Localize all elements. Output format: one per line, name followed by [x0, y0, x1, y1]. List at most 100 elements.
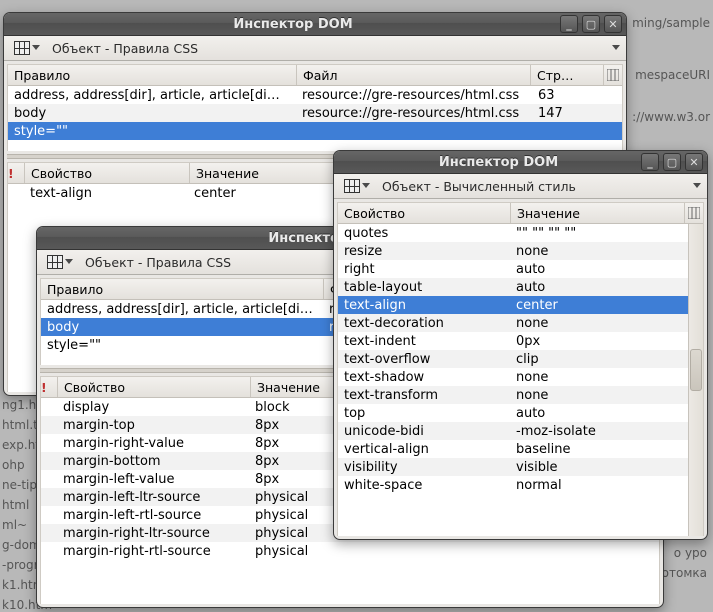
minimize-button[interactable]: _ — [560, 15, 578, 33]
cell-prop: text-overflow — [338, 352, 510, 367]
col-property[interactable]: Свойство — [25, 163, 190, 183]
col-important[interactable]: ! — [8, 163, 25, 183]
rule-row[interactable]: style="" — [8, 122, 622, 140]
computed-row[interactable]: visibilityvisible — [338, 458, 688, 476]
vertical-scrollbar[interactable] — [688, 224, 703, 536]
dom-inspector-window-3[interactable]: Инспектор DOM _ ▢ ✕ Объект - Вычисленный… — [333, 150, 708, 540]
computed-row[interactable]: rightauto — [338, 260, 688, 278]
cell-val: center — [510, 298, 688, 313]
rule-row[interactable]: bodyresource://gre-resources/html.css147 — [8, 104, 622, 122]
computed-row[interactable]: text-shadownone — [338, 368, 688, 386]
cell-val: normal — [510, 478, 688, 493]
computed-row[interactable]: quotes"" "" "" "" — [338, 224, 688, 242]
column-picker-button[interactable] — [685, 203, 703, 223]
computed-row[interactable]: white-spacenormal — [338, 476, 688, 494]
panel-title: Объект - Вычисленный стиль — [382, 179, 576, 194]
panel-menu-button[interactable] — [10, 39, 44, 57]
cell-prop: unicode-bidi — [338, 424, 510, 439]
cell-val: baseline — [510, 442, 688, 457]
chevron-down-icon[interactable] — [612, 44, 620, 52]
bg-text: ml~ — [2, 518, 27, 532]
col-value[interactable]: Значение — [511, 203, 685, 223]
computed-row[interactable]: text-decorationnone — [338, 314, 688, 332]
computed-row[interactable]: vertical-alignbaseline — [338, 440, 688, 458]
cell-val: clip — [510, 352, 688, 367]
cell-val: none — [510, 370, 688, 385]
computed-row[interactable]: resizenone — [338, 242, 688, 260]
cell-prop: resize — [338, 244, 510, 259]
table-header[interactable]: Свойство Значение — [338, 203, 703, 224]
table-header[interactable]: Правило Файл Стр… — [8, 65, 622, 86]
chevron-down-icon[interactable] — [693, 182, 701, 190]
scrollbar-thumb[interactable] — [690, 349, 702, 391]
cell-val: 0px — [510, 334, 688, 349]
cell-prop: text-align — [338, 298, 510, 313]
col-property[interactable]: Свойство — [338, 203, 511, 223]
inspector-toolbar: Объект - Вычисленный стиль — [334, 174, 707, 199]
panel-menu-button[interactable] — [43, 253, 77, 271]
column-picker-icon — [607, 69, 619, 81]
computed-row[interactable]: text-overflowclip — [338, 350, 688, 368]
cell-rule: style="" — [41, 338, 323, 353]
table-body[interactable]: address, address[dir], article, article[… — [8, 86, 622, 151]
cell-line: 147 — [532, 106, 622, 121]
titlebar[interactable]: Инспектор DOM _ ▢ ✕ — [4, 13, 626, 36]
cell-prop: margin-top — [57, 418, 249, 433]
titlebar[interactable]: Инспектор DOM _ ▢ ✕ — [334, 151, 707, 174]
computed-row[interactable]: table-layoutauto — [338, 278, 688, 296]
col-line[interactable]: Стр… — [531, 65, 604, 85]
maximize-button[interactable]: ▢ — [582, 15, 600, 33]
computed-row[interactable]: text-indent0px — [338, 332, 688, 350]
computed-style-table: Свойство Значение quotes"" "" "" ""resiz… — [337, 202, 704, 536]
cell-rule: style="" — [8, 124, 296, 139]
cell-val: none — [510, 244, 688, 259]
chevron-down-icon — [362, 182, 370, 190]
panel-menu-button[interactable] — [340, 177, 374, 195]
cell-val: none — [510, 388, 688, 403]
rule-row[interactable]: address, address[dir], article, article[… — [8, 86, 622, 104]
bg-text: html — [2, 498, 29, 512]
window-title: Инспектор DOM — [360, 155, 637, 170]
cell-val: auto — [510, 406, 688, 421]
cell-rule: body — [8, 106, 296, 121]
cell-val: -moz-isolate — [510, 424, 688, 439]
minimize-button[interactable]: _ — [641, 153, 659, 171]
column-picker-button[interactable] — [604, 65, 622, 85]
cell-prop: white-space — [338, 478, 510, 493]
computed-row[interactable]: unicode-bidi-moz-isolate — [338, 422, 688, 440]
cell-prop: text-indent — [338, 334, 510, 349]
cell-prop: margin-right-ltr-source — [57, 526, 249, 541]
col-property[interactable]: Свойство — [58, 377, 251, 397]
cell-line: 63 — [532, 88, 622, 103]
grid-icon — [344, 179, 360, 193]
cell-prop: text-transform — [338, 388, 510, 403]
cell-prop: text-decoration — [338, 316, 510, 331]
bg-text: ://www.w3.or — [632, 110, 710, 124]
table-body[interactable]: quotes"" "" "" ""resizenonerightautotabl… — [338, 224, 688, 536]
cell-prop: text-shadow — [338, 370, 510, 385]
computed-row[interactable]: text-aligncenter — [338, 296, 688, 314]
close-button[interactable]: ✕ — [604, 15, 622, 33]
panel-title: Объект - Правила CSS — [52, 41, 198, 56]
cell-rule: address, address[dir], article, article[… — [41, 302, 323, 317]
cell-val: none — [510, 316, 688, 331]
cell-prop: right — [338, 262, 510, 277]
computed-row[interactable]: topauto — [338, 404, 688, 422]
close-button[interactable]: ✕ — [685, 153, 703, 171]
cell-file: resource://gre-resources/html.css — [296, 88, 532, 103]
col-file[interactable]: Файл — [297, 65, 531, 85]
bg-text: о уро — [674, 546, 707, 560]
cell-prop: margin-left-ltr-source — [57, 490, 249, 505]
col-important[interactable]: ! — [41, 377, 58, 397]
cell-prop: text-align — [24, 186, 188, 201]
col-rule[interactable]: Правило — [8, 65, 297, 85]
chevron-down-icon — [32, 44, 40, 52]
computed-row[interactable]: text-transformnone — [338, 386, 688, 404]
col-rule[interactable]: Правило — [41, 279, 324, 299]
property-row[interactable]: margin-right-rtl-sourcephysical — [41, 542, 659, 560]
cell-prop: top — [338, 406, 510, 421]
cell-val: auto — [510, 262, 688, 277]
cell-prop: vertical-align — [338, 442, 510, 457]
maximize-button[interactable]: ▢ — [663, 153, 681, 171]
bg-text: ohp — [2, 458, 25, 472]
